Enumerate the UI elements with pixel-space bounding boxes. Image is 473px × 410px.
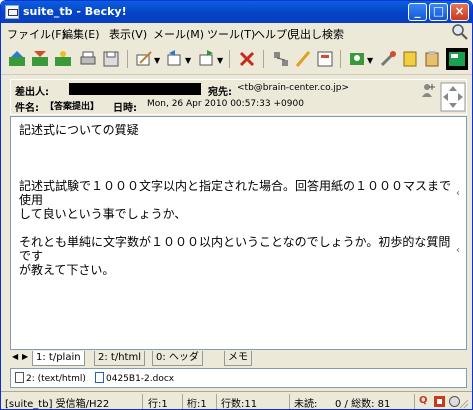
subject-value: 【答案提出】	[45, 102, 100, 112]
date-label: 日時:	[113, 103, 137, 114]
wrap-left-arrow-icon: ‹	[456, 188, 460, 199]
menu-edit[interactable]: 編集(E)	[62, 26, 100, 42]
tab-text-plain[interactable]: 1: t/plain	[32, 351, 85, 366]
attachment-label: 0425B1-2.docx	[106, 374, 175, 384]
address-book-icon[interactable]	[347, 49, 367, 69]
close-button[interactable]: ×	[450, 3, 469, 21]
header-search-label[interactable]: 見出し検索	[289, 26, 344, 42]
search-icon[interactable]	[451, 23, 469, 41]
status-line-count: 行数:11	[221, 399, 258, 410]
status-folder: [suite_tb] 受信箱/H22	[5, 399, 110, 410]
tools-icon[interactable]	[378, 49, 398, 69]
status-divider	[216, 394, 217, 409]
to-label: 宛先:	[208, 87, 232, 98]
save-icon[interactable]	[101, 49, 121, 69]
toolbar-separator	[127, 50, 128, 68]
window-layout-icon[interactable]	[445, 47, 469, 71]
pencil-icon[interactable]	[293, 49, 313, 69]
menu-file[interactable]: ファイル(F)	[7, 26, 66, 42]
body-tabs: ◀ ▶ 1: t/plain 2: t/html 0: ヘッダ メモ	[10, 350, 467, 366]
message-header: 差出人: 宛先: <tb@brain-center.co.jp> 件名: 【答案…	[10, 79, 467, 115]
forward-icon[interactable]	[197, 49, 217, 69]
resize-grip-icon[interactable]	[457, 397, 469, 409]
chevron-down-icon[interactable]: ▼	[367, 56, 373, 65]
toolbar-separator	[229, 50, 230, 68]
tab-memo[interactable]: メモ	[224, 351, 252, 366]
chevron-down-icon[interactable]: ▼	[185, 56, 191, 65]
status-divider	[289, 394, 290, 409]
minimize-button[interactable]: _	[408, 3, 427, 21]
date-value: Mon, 26 Apr 2010 00:57:33 +0900	[147, 99, 304, 109]
status-unread-label: 未読:	[294, 399, 318, 410]
to-value[interactable]: <tb@brain-center.co.jp>	[237, 83, 349, 93]
attachment-docx[interactable]: 0425B1-2.docx	[95, 372, 174, 384]
send-mail-icon[interactable]	[30, 49, 50, 69]
word-document-icon	[95, 372, 104, 383]
status-col: 桁:1	[187, 399, 207, 410]
toolbar: ▼ ▼ ▼ ▼	[1, 42, 472, 75]
clipboard-icon[interactable]	[422, 49, 442, 69]
from-label: 差出人:	[15, 87, 49, 98]
template-icon[interactable]	[315, 49, 335, 69]
add-sender-icon[interactable]	[420, 82, 436, 98]
becky-window: suite_tb - Becky! _ □ × ファイル(F) 編集(E) 表示…	[0, 0, 473, 410]
message-body-pane[interactable]: 記述式についての質疑 記述式試験で１０００文字以内と指定された場合。回答用紙の１…	[10, 116, 467, 350]
status-divider	[414, 394, 415, 409]
menu-help[interactable]: ヘルプ(H)	[254, 26, 292, 42]
toolbar-separator	[263, 50, 264, 68]
delete-icon[interactable]	[237, 49, 257, 69]
notes-icon[interactable]	[400, 49, 420, 69]
status-bar: [suite_tb] 受信箱/H22 行:1 桁:1 行数:11 未読: 0 /…	[1, 391, 472, 410]
receive-mail-icon[interactable]	[7, 49, 27, 69]
q-status-icon[interactable]: Q	[419, 395, 428, 406]
status-counts: 0 / 総数: 81	[335, 399, 391, 410]
document-icon	[15, 372, 24, 383]
menu-bar: ファイル(F) 編集(E) 表示(V) メール(M) ツール(T) ヘルプ(H)…	[1, 23, 472, 42]
header-expand-icon[interactable]	[440, 82, 466, 112]
print-icon[interactable]	[78, 49, 98, 69]
menu-view[interactable]: 表示(V)	[109, 26, 147, 42]
sync-mail-icon[interactable]	[53, 49, 73, 69]
attachment-bar: 2: (text/html) 0425B1-2.docx	[10, 368, 467, 388]
maximize-button[interactable]: □	[429, 3, 448, 21]
status-divider	[142, 394, 143, 409]
app-icon	[5, 5, 19, 19]
chevron-down-icon[interactable]: ▼	[217, 56, 223, 65]
tab-scroll-left-icon[interactable]: ◀	[12, 352, 18, 361]
tab-scroll-right-icon[interactable]: ▶	[22, 352, 28, 361]
menu-mail[interactable]: メール(M)	[153, 26, 204, 42]
window-title: suite_tb - Becky!	[23, 5, 127, 18]
message-body-text: 記述式についての質疑 記述式試験で１０００文字以内と指定された場合。回答用紙の１…	[19, 123, 452, 277]
menu-tools[interactable]: ツール(T)	[207, 26, 255, 42]
compose-icon[interactable]	[134, 49, 154, 69]
status-line: 行:1	[148, 399, 168, 410]
filter-icon[interactable]	[271, 49, 291, 69]
from-value-redacted	[69, 83, 201, 95]
title-bar: suite_tb - Becky! _ □ ×	[1, 1, 472, 23]
wrap-left-arrow-icon: ‹	[456, 245, 460, 256]
subject-label: 件名:	[15, 103, 39, 114]
attachment-label: 2: (text/html)	[26, 374, 86, 384]
toolbar-separator	[340, 50, 341, 68]
network-status-icon[interactable]	[433, 395, 446, 408]
tab-text-html[interactable]: 2: t/html	[94, 351, 145, 366]
chevron-down-icon[interactable]: ▼	[154, 56, 160, 65]
attachment-html[interactable]: 2: (text/html)	[15, 372, 86, 384]
reply-icon[interactable]	[165, 49, 185, 69]
tab-header[interactable]: 0: ヘッダ	[152, 351, 203, 366]
status-divider	[182, 394, 183, 409]
